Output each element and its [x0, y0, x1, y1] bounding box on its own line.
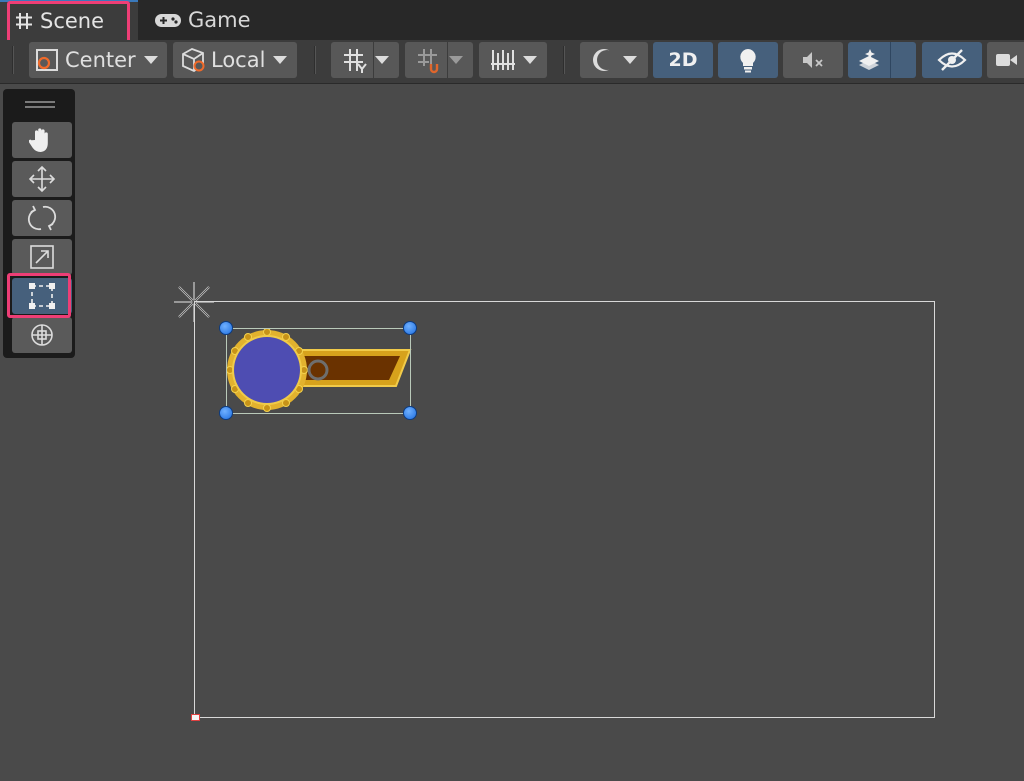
scene-visibility-toggle[interactable] — [922, 42, 982, 78]
tab-game[interactable]: Game — [154, 0, 251, 40]
pivot-rotation-label: Local — [211, 48, 266, 72]
rect-transform-icon — [27, 281, 57, 311]
canvas-origin-marker — [191, 714, 200, 721]
ruler-dropdown[interactable] — [479, 42, 547, 78]
rect-tool-button[interactable] — [12, 278, 72, 314]
camera-icon — [994, 50, 1018, 70]
palette-grip — [25, 106, 55, 108]
transform-icon — [27, 320, 57, 350]
pivot-mode-icon — [35, 47, 61, 73]
ruler-icon — [489, 47, 517, 73]
increment-snap-dropdown[interactable] — [405, 42, 473, 78]
audio-toggle[interactable] — [783, 42, 843, 78]
toggle-2d-label: 2D — [668, 49, 698, 71]
lighting-toggle[interactable] — [718, 42, 778, 78]
camera-dropdown[interactable] — [987, 42, 1024, 78]
tab-scene-label: Scene — [40, 9, 105, 33]
resize-handle-bottom-left[interactable] — [219, 406, 233, 420]
grid-snapping-dropdown[interactable] — [331, 42, 399, 78]
draw-mode-dropdown[interactable] — [580, 42, 648, 78]
chevron-down-icon — [623, 56, 637, 64]
scale-icon — [27, 242, 57, 272]
lighting-icon — [737, 47, 759, 73]
resize-handle-top-left[interactable] — [219, 321, 233, 335]
pivot-mode-label: Center — [65, 48, 136, 72]
move-icon — [27, 164, 57, 194]
effects-icon — [856, 47, 882, 73]
draw-mode-icon — [591, 47, 617, 73]
grid-hash-icon — [14, 11, 34, 31]
toggle-2d-button[interactable]: 2D — [653, 42, 713, 78]
selection-rect — [226, 328, 411, 414]
hand-tool-button[interactable] — [12, 122, 72, 158]
toolbar-split — [447, 42, 448, 78]
increment-snap-icon — [415, 46, 443, 74]
resize-handle-bottom-right[interactable] — [403, 406, 417, 420]
pivot-mode-dropdown[interactable]: Center — [29, 42, 167, 78]
gamepad-icon — [154, 11, 182, 29]
toolbar-split — [373, 42, 374, 78]
audio-mute-icon — [801, 49, 825, 71]
move-tool-button[interactable] — [12, 161, 72, 197]
palette-grip[interactable] — [25, 101, 55, 103]
scale-tool-button[interactable] — [12, 239, 72, 275]
effects-dropdown[interactable] — [848, 42, 916, 78]
resize-handle-top-right[interactable] — [403, 321, 417, 335]
tab-bar: Scene Game — [0, 0, 1024, 40]
grid-snapping-icon — [341, 46, 369, 74]
chevron-down-icon — [273, 56, 288, 64]
chevron-down-icon — [375, 56, 389, 64]
toolbar-split — [890, 42, 891, 78]
chevron-down-icon — [143, 56, 158, 64]
scene-visibility-icon — [937, 48, 967, 72]
toolbar-separator — [12, 46, 14, 74]
rotate-tool-button[interactable] — [12, 200, 72, 236]
hand-icon — [29, 126, 55, 154]
tools-palette — [3, 89, 75, 358]
rotate-icon — [27, 203, 57, 233]
scene-toolbar: Center Local 2D — [0, 40, 1024, 84]
transform-tool-button[interactable] — [12, 317, 72, 353]
tab-game-label: Game — [188, 8, 251, 32]
toolbar-separator — [314, 46, 316, 74]
pivot-rotation-icon — [179, 45, 209, 75]
chevron-down-icon — [449, 56, 463, 64]
chevron-down-icon — [523, 56, 537, 64]
pivot-rotation-dropdown[interactable]: Local — [173, 42, 297, 78]
tab-scene[interactable]: Scene — [0, 0, 138, 40]
toolbar-separator — [563, 46, 565, 74]
